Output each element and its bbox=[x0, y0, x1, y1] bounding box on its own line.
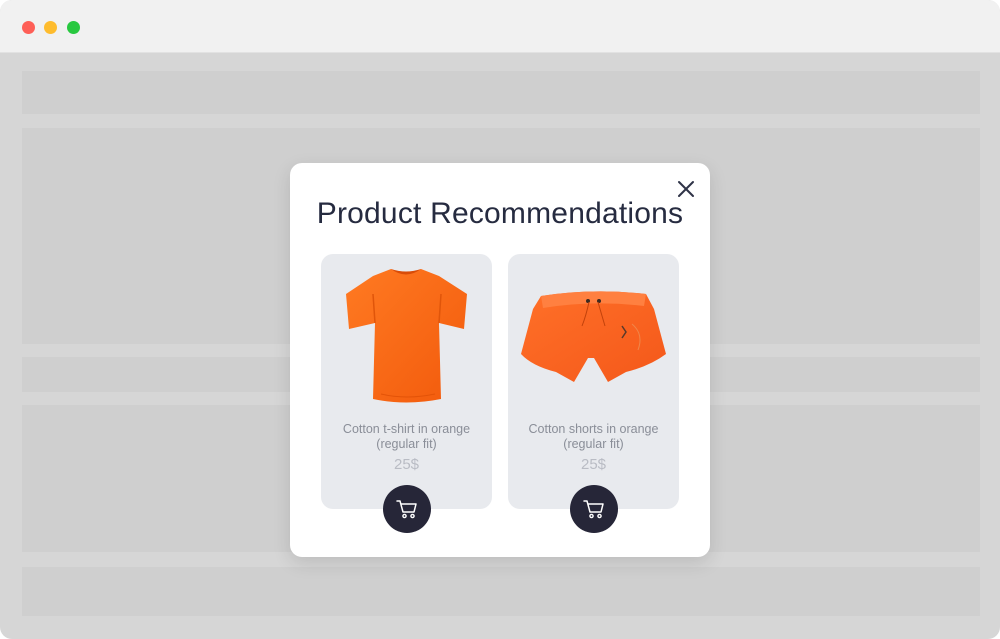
cart-icon bbox=[396, 500, 417, 519]
product-card[interactable]: Cotton shorts in orange (regular fit) 25… bbox=[508, 254, 679, 533]
product-card[interactable]: Cotton t-shirt in orange (regular fit) 2… bbox=[321, 254, 492, 533]
placeholder-block bbox=[22, 71, 980, 114]
cart-icon bbox=[583, 500, 604, 519]
add-to-cart-button[interactable] bbox=[570, 485, 618, 533]
product-name: Cotton shorts in orange (regular fit) bbox=[528, 422, 659, 451]
product-price: 25$ bbox=[393, 456, 420, 473]
window-minimize-button[interactable] bbox=[44, 21, 57, 34]
product-price: 25$ bbox=[580, 456, 607, 473]
orange-shorts-image bbox=[508, 254, 679, 414]
add-to-cart-button[interactable] bbox=[383, 485, 431, 533]
product-recommendations-modal: Product Recommendations Cotton t-shirt i… bbox=[290, 163, 710, 557]
placeholder-block bbox=[22, 567, 980, 616]
window-close-button[interactable] bbox=[22, 21, 35, 34]
browser-window: Product Recommendations Cotton t-shirt i… bbox=[0, 0, 1000, 639]
modal-title: Product Recommendations bbox=[316, 197, 684, 230]
orange-tshirt-image bbox=[321, 254, 492, 414]
title-bar bbox=[0, 0, 1000, 53]
window-zoom-button[interactable] bbox=[67, 21, 80, 34]
product-name: Cotton t-shirt in orange (regular fit) bbox=[342, 422, 471, 451]
